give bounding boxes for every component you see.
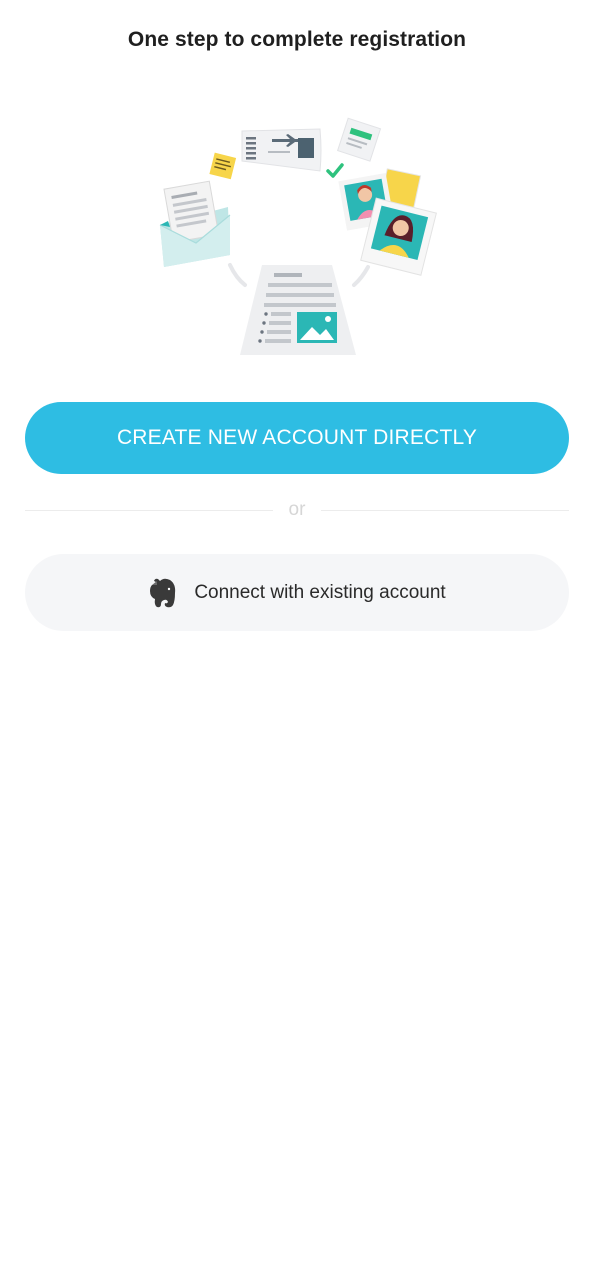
create-new-account-label: CREATE NEW ACCOUNT DIRECTLY: [116, 426, 478, 449]
checked-document-icon: [336, 117, 382, 162]
page-title: One step to complete registration: [127, 28, 467, 51]
connect-existing-account-button[interactable]: Connect with existing account: [25, 554, 569, 631]
form-document-icon: [240, 265, 356, 355]
divider-line-left: [25, 509, 273, 511]
photos-icon: [338, 168, 437, 276]
evernote-elephant-icon: [150, 578, 176, 607]
connect-existing-account-label: Connect with existing account: [194, 581, 446, 603]
registration-screen: One step to complete registration CREATE…: [0, 0, 594, 1280]
ticket-icon: [241, 128, 322, 172]
divider-line-right: [321, 509, 569, 511]
or-divider: or: [25, 497, 569, 523]
divider-or-text: or: [288, 499, 306, 520]
envelope-icon: [159, 180, 231, 267]
create-new-account-button[interactable]: CREATE NEW ACCOUNT DIRECTLY: [25, 402, 569, 474]
registration-documents-illustration: [159, 117, 437, 355]
sticky-note-icon: [209, 152, 237, 180]
